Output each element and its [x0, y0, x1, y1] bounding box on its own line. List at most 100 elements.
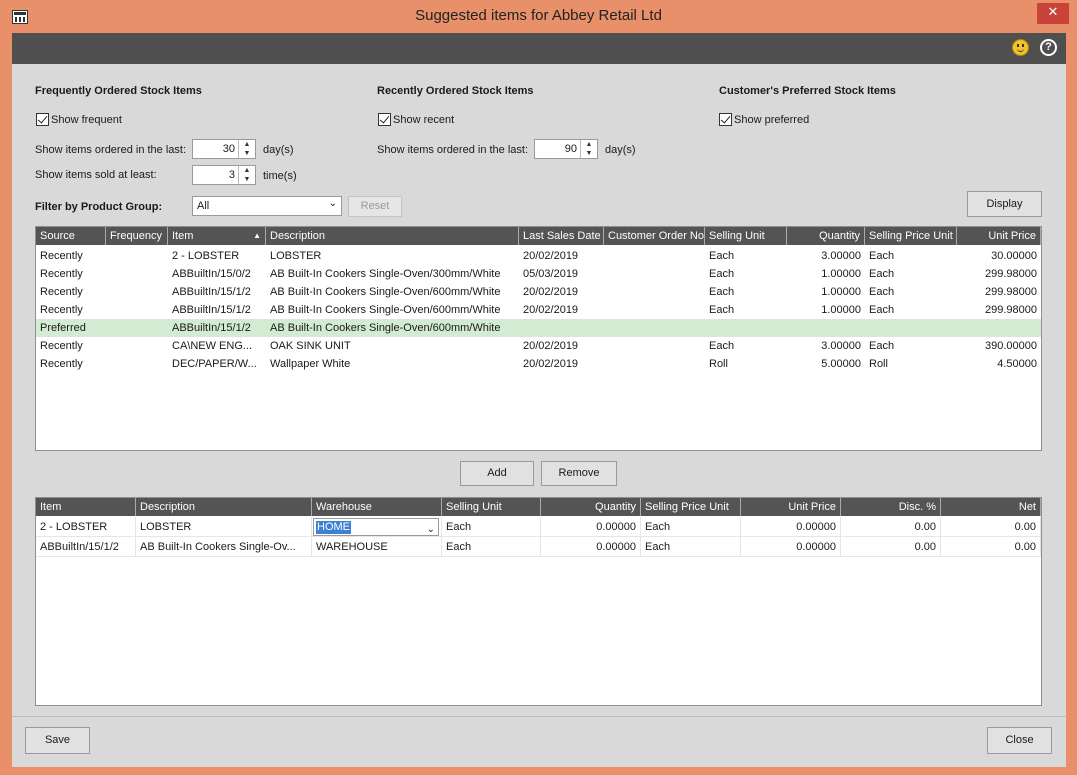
selling-price-unit-cell: Each: [641, 537, 741, 557]
warehouse-dropdown[interactable]: HOME ⌄: [313, 518, 439, 536]
col-last-sales-date[interactable]: Last Sales Date: [519, 227, 604, 245]
stepper-up-icon[interactable]: ▲: [581, 140, 597, 149]
last-sales-date-cell: 20/02/2019: [523, 286, 579, 298]
frequent-times-stepper[interactable]: 3 ▲ ▼: [192, 165, 256, 185]
reset-button[interactable]: Reset: [348, 196, 402, 217]
col-unit-price[interactable]: Unit Price: [957, 227, 1041, 245]
stepper-down-icon[interactable]: ▼: [239, 149, 255, 158]
col-unit-price[interactable]: Unit Price: [741, 498, 841, 516]
selling-unit-cell: Each: [442, 537, 541, 557]
quantity-cell: 3.00000: [821, 250, 861, 262]
order-items-grid[interactable]: Item Description Warehouse Selling Unit …: [35, 497, 1042, 706]
add-button[interactable]: Add: [460, 461, 534, 486]
quantity-cell: 5.00000: [821, 358, 861, 370]
stepper-up-icon[interactable]: ▲: [239, 166, 255, 175]
item-cell: 2 - LOBSTER: [36, 517, 136, 537]
chevron-down-icon[interactable]: ⌄: [427, 520, 435, 537]
dialog-client: ? Frequently Ordered Stock Items Show fr…: [12, 33, 1066, 767]
stepper-buttons[interactable]: ▲ ▼: [238, 140, 255, 158]
col-description[interactable]: Description: [266, 227, 519, 245]
col-quantity[interactable]: Quantity: [787, 227, 865, 245]
selling-unit-cell: Each: [709, 304, 735, 316]
table-row[interactable]: Recently 2 - LOBSTER LOBSTER 20/02/2019 Each…: [36, 247, 1041, 265]
frequent-sold-label: Show items sold at least:: [35, 169, 157, 181]
recent-section-title: Recently Ordered Stock Items: [377, 85, 534, 97]
unit-price-cell: [957, 319, 1041, 337]
frequent-ordered-label: Show items ordered in the last:: [35, 144, 187, 156]
recent-days-stepper[interactable]: 90 ▲ ▼: [534, 139, 598, 159]
col-customer-order-no[interactable]: Customer Order No: [604, 227, 705, 245]
col-frequency[interactable]: Frequency: [106, 227, 168, 245]
chevron-down-icon[interactable]: ⌄: [329, 198, 337, 209]
selling-unit-cell: Each: [709, 286, 735, 298]
display-button[interactable]: Display: [967, 191, 1042, 217]
product-group-select[interactable]: All ⌄: [192, 196, 342, 216]
item-cell: ABBuiltIn/15/0/2: [172, 268, 251, 280]
title-bar[interactable]: Suggested items for Abbey Retail Ltd ✕: [0, 0, 1077, 33]
col-item[interactable]: Item ▲: [168, 227, 266, 245]
frequent-times-value: 3: [228, 169, 235, 181]
customer-order-no-cell: [604, 247, 705, 265]
table-row[interactable]: Recently DEC/PAPER/W... Wallpaper White 20/…: [36, 355, 1041, 373]
dialog-toolbar: ?: [12, 33, 1066, 64]
frequent-days-stepper[interactable]: 30 ▲ ▼: [192, 139, 256, 159]
description-cell: Wallpaper White: [270, 358, 351, 370]
col-net[interactable]: Net: [941, 498, 1041, 516]
col-selling-price-unit[interactable]: Selling Price Unit: [641, 498, 741, 516]
selling-unit-cell: Each: [709, 268, 735, 280]
stepper-buttons[interactable]: ▲ ▼: [580, 140, 597, 158]
warehouse-value: HOME: [316, 521, 351, 534]
col-warehouse[interactable]: Warehouse: [312, 498, 442, 516]
show-preferred-checkbox[interactable]: [719, 113, 732, 126]
show-recent-checkbox[interactable]: [378, 113, 391, 126]
stepper-buttons[interactable]: ▲ ▼: [238, 166, 255, 184]
table-row[interactable]: Recently CA\NEW ENG... OAK SINK UNIT 20/02/…: [36, 337, 1041, 355]
col-selling-unit[interactable]: Selling Unit: [705, 227, 787, 245]
col-source[interactable]: Source: [36, 227, 106, 245]
stepper-up-icon[interactable]: ▲: [239, 140, 255, 149]
table-row[interactable]: Preferred ABBuiltIn/15/1/2 AB Built-In Coo…: [36, 319, 1041, 337]
last-sales-date-cell: 05/03/2019: [523, 268, 579, 280]
col-selling-unit[interactable]: Selling Unit: [442, 498, 541, 516]
table-row[interactable]: Recently ABBuiltIn/15/0/2 AB Built-In Cook…: [36, 265, 1041, 283]
col-disc-percent[interactable]: Disc. %: [841, 498, 941, 516]
col-description[interactable]: Description: [136, 498, 312, 516]
selling-price-unit-cell: Each: [869, 340, 895, 352]
source-cell: Recently: [40, 250, 83, 262]
window-close-button[interactable]: ✕: [1037, 3, 1069, 24]
save-button[interactable]: Save: [25, 727, 90, 754]
unit-price-cell: 390.00000: [985, 340, 1037, 352]
smiley-face-icon[interactable]: [1012, 39, 1029, 56]
table-row[interactable]: Recently ABBuiltIn/15/1/2 AB Built-In Cook…: [36, 283, 1041, 301]
suggested-items-grid[interactable]: Source Frequency Item ▲ Description Last…: [35, 226, 1042, 451]
recent-days-unit: day(s): [605, 144, 636, 156]
customer-order-no-cell: [604, 355, 705, 373]
help-icon[interactable]: ?: [1040, 39, 1057, 56]
suggested-grid-header: Source Frequency Item ▲ Description Last…: [36, 227, 1041, 245]
description-cell: LOBSTER: [136, 517, 312, 537]
disc-percent-cell: 0.00: [841, 517, 941, 537]
col-quantity[interactable]: Quantity: [541, 498, 641, 516]
show-frequent-checkbox[interactable]: [36, 113, 49, 126]
col-item[interactable]: Item: [36, 498, 136, 516]
selling-price-unit-cell: [865, 319, 957, 337]
table-row[interactable]: Recently ABBuiltIn/15/1/2 AB Built-In Cook…: [36, 301, 1041, 319]
description-cell: AB Built-In Cookers Single-Oven/600mm/Wh…: [270, 322, 501, 334]
unit-price-cell: 0.00000: [741, 537, 841, 557]
col-selling-price-unit[interactable]: Selling Price Unit: [865, 227, 957, 245]
source-cell: Recently: [40, 340, 83, 352]
table-row[interactable]: ABBuiltIn/15/1/2 AB Built-In Cookers Sing…: [36, 537, 1041, 557]
warehouse-select[interactable]: HOME ⌄: [312, 517, 442, 537]
unit-price-cell: 4.50000: [997, 358, 1037, 370]
close-button[interactable]: Close: [987, 727, 1052, 754]
sort-asc-icon: ▲: [253, 231, 261, 240]
recent-ordered-label: Show items ordered in the last:: [377, 144, 529, 156]
last-sales-date-cell: 20/02/2019: [523, 304, 579, 316]
stepper-down-icon[interactable]: ▼: [239, 175, 255, 184]
source-cell: Recently: [40, 286, 83, 298]
table-row[interactable]: 2 - LOBSTER LOBSTER HOME ⌄ Each 0.00000 Each 0.…: [36, 517, 1041, 537]
quantity-cell: 1.00000: [821, 268, 861, 280]
source-cell: Preferred: [40, 322, 86, 334]
stepper-down-icon[interactable]: ▼: [581, 149, 597, 158]
remove-button[interactable]: Remove: [541, 461, 617, 486]
